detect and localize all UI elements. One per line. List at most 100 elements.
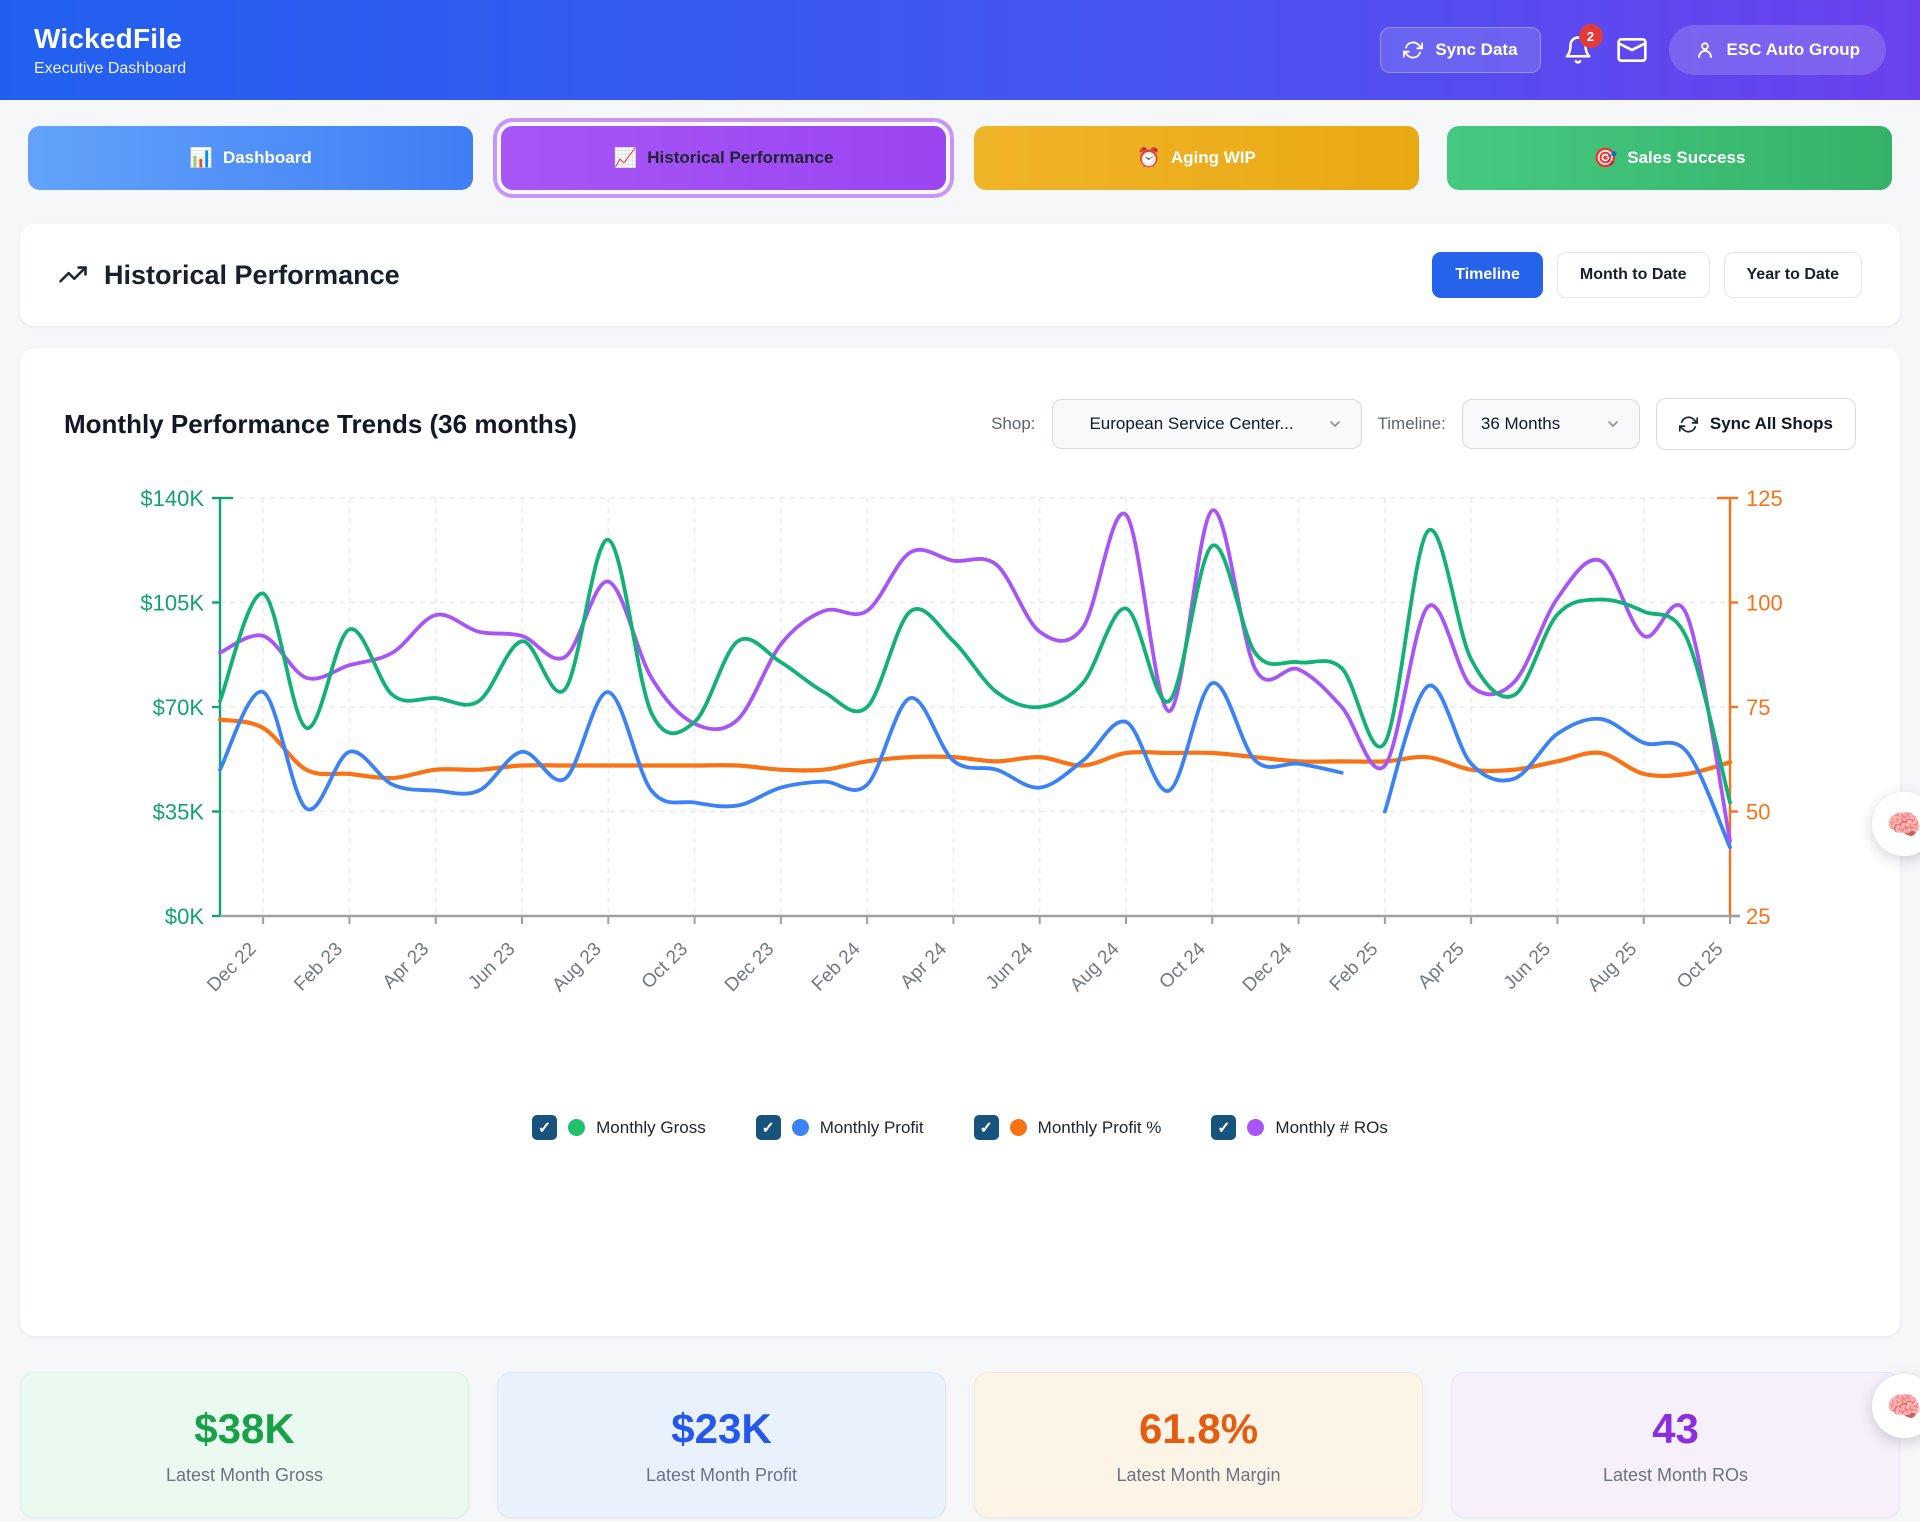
month-to-date-button[interactable]: Month to Date xyxy=(1557,252,1710,298)
stat-value: $38K xyxy=(194,1405,294,1453)
refresh-icon xyxy=(1679,415,1698,434)
svg-text:Oct 25: Oct 25 xyxy=(1673,939,1727,993)
tab-label: Dashboard xyxy=(223,148,312,168)
stat-value: $23K xyxy=(671,1405,771,1453)
section-title-wrap: Historical Performance xyxy=(58,260,400,291)
tab-historical-performance[interactable]: 📈 Historical Performance xyxy=(501,126,946,190)
green-dot-icon xyxy=(568,1119,585,1136)
tab-label: Sales Success xyxy=(1627,148,1745,168)
account-name: ESC Auto Group xyxy=(1727,40,1860,60)
mail-icon xyxy=(1616,34,1648,66)
page-title: Historical Performance xyxy=(104,260,400,291)
stat-card-latest-month-gross: $38K Latest Month Gross xyxy=(20,1372,469,1518)
svg-text:75: 75 xyxy=(1746,695,1770,720)
refresh-icon xyxy=(1403,40,1423,60)
stat-value: 61.8% xyxy=(1139,1405,1258,1453)
timeline-label: Timeline: xyxy=(1378,414,1446,434)
svg-text:$70K: $70K xyxy=(153,695,205,720)
brain-icon: 🧠 xyxy=(1887,808,1920,841)
svg-text:Feb 23: Feb 23 xyxy=(290,939,347,996)
year-to-date-button[interactable]: Year to Date xyxy=(1724,252,1862,298)
trending-up-icon xyxy=(58,260,88,290)
brain-icon: 🧠 xyxy=(1887,1390,1920,1423)
timeline-view-button[interactable]: Timeline xyxy=(1432,252,1543,298)
svg-text:Feb 25: Feb 25 xyxy=(1326,939,1383,996)
svg-text:$35K: $35K xyxy=(153,800,205,825)
chart-controls: Shop: European Service Center... Timelin… xyxy=(991,398,1856,450)
svg-text:Jun 24: Jun 24 xyxy=(982,938,1037,993)
blue-dot-icon xyxy=(792,1119,809,1136)
stat-card-latest-month-profit: $23K Latest Month Profit xyxy=(497,1372,946,1518)
notification-badge: 2 xyxy=(1579,24,1603,48)
legend-label: Monthly Gross xyxy=(596,1118,706,1138)
tab-dashboard[interactable]: 📊 Dashboard xyxy=(28,126,473,190)
brand: WickedFile Executive Dashboard xyxy=(34,23,186,78)
alarm-clock-icon: ⏰ xyxy=(1137,146,1161,170)
timeline-select[interactable]: 36 Months xyxy=(1462,399,1640,449)
svg-text:Dec 22: Dec 22 xyxy=(203,939,260,996)
svg-text:$105K: $105K xyxy=(140,591,204,616)
svg-text:50: 50 xyxy=(1746,800,1770,825)
svg-text:Apr 23: Apr 23 xyxy=(379,939,433,993)
sync-all-shops-label: Sync All Shops xyxy=(1710,414,1833,434)
legend-label: Monthly Profit % xyxy=(1038,1118,1162,1138)
purple-dot-icon xyxy=(1247,1119,1264,1136)
messages-button[interactable] xyxy=(1615,33,1649,67)
notifications-button[interactable]: 2 xyxy=(1561,33,1595,67)
account-button[interactable]: ESC Auto Group xyxy=(1669,25,1886,75)
svg-text:Dec 24: Dec 24 xyxy=(1239,938,1297,996)
chart-title: Monthly Performance Trends (36 months) xyxy=(64,409,577,440)
shop-label: Shop: xyxy=(991,414,1035,434)
legend-item-monthly-profit-pct[interactable]: ✓ Monthly Profit % xyxy=(974,1115,1162,1140)
svg-text:Apr 24: Apr 24 xyxy=(897,938,952,993)
app-title: WickedFile xyxy=(34,23,186,55)
nav-tabs: 📊 Dashboard 📈 Historical Performance ⏰ A… xyxy=(28,126,1892,190)
legend-item-monthly-gross[interactable]: ✓ Monthly Gross xyxy=(532,1115,706,1140)
svg-text:$140K: $140K xyxy=(140,486,204,511)
chart-card: Monthly Performance Trends (36 months) S… xyxy=(20,348,1900,1336)
tab-label: Aging WIP xyxy=(1171,148,1256,168)
svg-text:Jun 23: Jun 23 xyxy=(464,939,519,994)
svg-text:25: 25 xyxy=(1746,904,1770,929)
view-buttons: Timeline Month to Date Year to Date xyxy=(1432,252,1862,298)
tab-label: Historical Performance xyxy=(647,148,833,168)
timeline-select-value: 36 Months xyxy=(1481,414,1560,434)
checkbox-checked-icon[interactable]: ✓ xyxy=(532,1115,557,1140)
shop-select-value: European Service Center... xyxy=(1071,414,1313,434)
svg-text:$0K: $0K xyxy=(165,904,204,929)
svg-text:Oct 23: Oct 23 xyxy=(638,939,692,993)
bar-chart-icon: 📊 xyxy=(189,146,213,170)
svg-text:125: 125 xyxy=(1746,486,1783,511)
svg-text:Aug 25: Aug 25 xyxy=(1584,939,1641,996)
chart-increasing-icon: 📈 xyxy=(614,146,638,170)
stat-label: Latest Month Margin xyxy=(1116,1465,1280,1486)
stat-label: Latest Month Gross xyxy=(166,1465,323,1486)
chart-legend: ✓ Monthly Gross ✓ Monthly Profit ✓ Month… xyxy=(64,1115,1856,1140)
tab-aging-wip[interactable]: ⏰ Aging WIP xyxy=(974,126,1419,190)
sync-data-button[interactable]: Sync Data xyxy=(1380,27,1540,73)
section-header-card: Historical Performance Timeline Month to… xyxy=(20,224,1900,326)
svg-text:Aug 23: Aug 23 xyxy=(548,939,605,996)
sync-all-shops-button[interactable]: Sync All Shops xyxy=(1656,398,1856,450)
orange-dot-icon xyxy=(1010,1119,1027,1136)
tab-sales-success[interactable]: 🎯 Sales Success xyxy=(1447,126,1892,190)
chart-area: $0K$35K$70K$105K$140K255075100125Dec 22F… xyxy=(64,476,1856,1041)
svg-text:Apr 25: Apr 25 xyxy=(1414,939,1468,993)
legend-label: Monthly # ROs xyxy=(1275,1118,1387,1138)
svg-text:Oct 24: Oct 24 xyxy=(1155,938,1210,993)
stat-card-latest-month-margin: 61.8% Latest Month Margin xyxy=(974,1372,1423,1518)
stat-cards: $38K Latest Month Gross $23K Latest Mont… xyxy=(20,1372,1900,1518)
checkbox-checked-icon[interactable]: ✓ xyxy=(756,1115,781,1140)
shop-select[interactable]: European Service Center... xyxy=(1052,399,1362,449)
legend-item-monthly-profit[interactable]: ✓ Monthly Profit xyxy=(756,1115,924,1140)
svg-text:Aug 24: Aug 24 xyxy=(1066,938,1124,996)
stat-label: Latest Month ROs xyxy=(1603,1465,1748,1486)
page: WickedFile Executive Dashboard Sync Data… xyxy=(0,0,1920,1522)
checkbox-checked-icon[interactable]: ✓ xyxy=(974,1115,999,1140)
target-icon: 🎯 xyxy=(1594,146,1618,170)
stat-card-latest-month-ros: 43 Latest Month ROs xyxy=(1451,1372,1900,1518)
checkbox-checked-icon[interactable]: ✓ xyxy=(1211,1115,1236,1140)
performance-chart[interactable]: $0K$35K$70K$105K$140K255075100125Dec 22F… xyxy=(64,476,1856,1036)
legend-item-monthly-ros[interactable]: ✓ Monthly # ROs xyxy=(1211,1115,1387,1140)
app-subtitle: Executive Dashboard xyxy=(34,60,186,78)
